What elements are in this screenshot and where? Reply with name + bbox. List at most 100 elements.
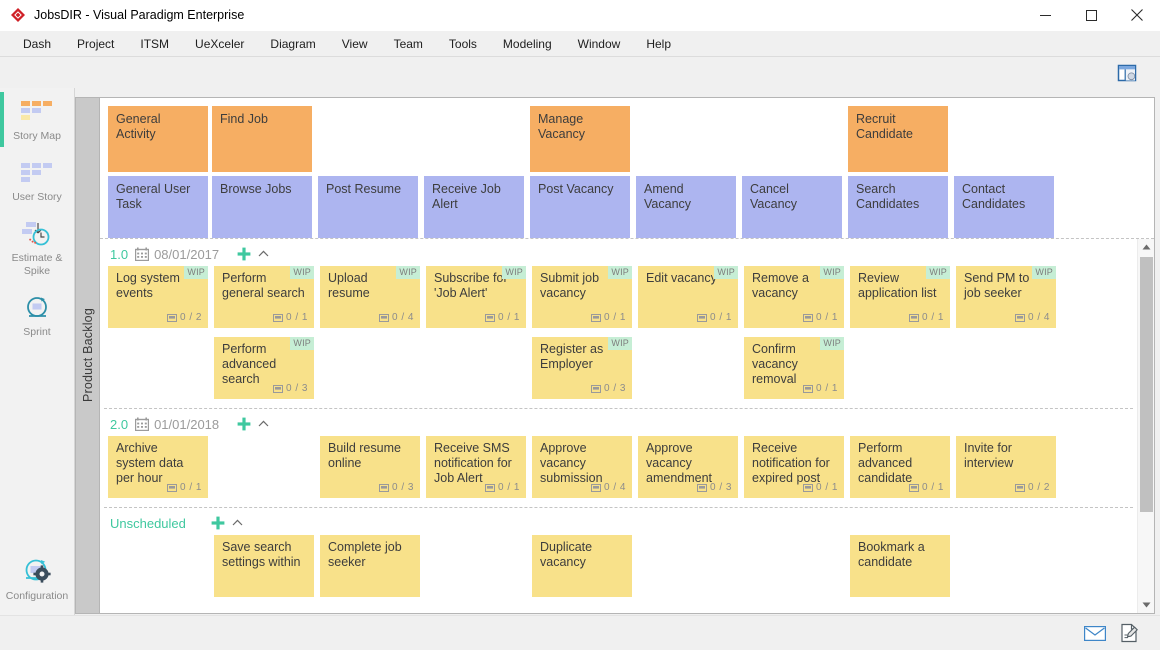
menu-item-window[interactable]: Window <box>565 34 634 54</box>
story-card[interactable]: Send PM to job seekerWIP0 / 4 <box>956 266 1056 328</box>
activity-card[interactable]: Manage Vacancy <box>530 106 630 172</box>
chevron-up-icon[interactable] <box>232 517 243 529</box>
story-card[interactable]: Build resume online0 / 3 <box>320 436 420 498</box>
story-card[interactable]: Receive SMS notification for Job Alert0 … <box>426 436 526 498</box>
story-card[interactable]: Upload resumeWIP0 / 4 <box>320 266 420 328</box>
story-card[interactable]: Approve vacancy submission0 / 4 <box>532 436 632 498</box>
story-card[interactable]: Perform advanced candidate0 / 1 <box>850 436 950 498</box>
task-card-label: Browse Jobs <box>220 182 292 196</box>
story-card[interactable]: Confirm vacancy removalWIP0 / 1 <box>744 337 844 399</box>
task-card[interactable]: Receive Job Alert <box>424 176 524 238</box>
story-card-label: Save search settings within <box>222 540 307 570</box>
story-card-count-label: 0 / 1 <box>180 480 202 495</box>
story-card[interactable]: Submit job vacancyWIP0 / 1 <box>532 266 632 328</box>
activity-card-label: Find Job <box>220 112 268 126</box>
story-card[interactable]: Bookmark a candidate <box>850 535 950 597</box>
task-card[interactable]: Post Resume <box>318 176 418 238</box>
card-count-icon <box>697 484 707 492</box>
release-header: Unscheduled <box>100 508 1137 535</box>
wip-badge: WIP <box>608 337 632 350</box>
task-card[interactable]: Post Vacancy <box>530 176 630 238</box>
card-count-icon <box>1015 484 1025 492</box>
sidebar-item-label: Configuration <box>2 590 72 603</box>
note-edit-icon[interactable] <box>1116 621 1142 645</box>
menu-item-uexceler[interactable]: UeXceler <box>182 34 257 54</box>
window-title: JobsDIR - Visual Paradigm Enterprise <box>34 8 244 22</box>
story-card-count: 0 / 3 <box>273 381 308 396</box>
menu-item-modeling[interactable]: Modeling <box>490 34 565 54</box>
story-card-count: 0 / 1 <box>485 480 520 495</box>
story-card-label: Invite for interview <box>964 441 1049 471</box>
chevron-up-icon[interactable] <box>258 248 269 260</box>
task-card[interactable]: Browse Jobs <box>212 176 312 238</box>
sidebar-item-estimate-spike[interactable]: Estimate & Spike <box>0 210 74 284</box>
scroll-up-arrow-icon[interactable] <box>1138 239 1154 255</box>
story-card[interactable]: Invite for interview0 / 2 <box>956 436 1056 498</box>
plus-icon[interactable] <box>211 516 225 530</box>
story-card-count-label: 0 / 3 <box>392 480 414 495</box>
product-backlog-tab[interactable]: Product Backlog <box>75 97 99 614</box>
story-card[interactable]: Edit vacancyWIP0 / 1 <box>638 266 738 328</box>
sidebar-item-sprint[interactable]: Sprint <box>0 284 74 345</box>
activity-card[interactable]: Recruit Candidate <box>848 106 948 172</box>
sidebar-item-label: Estimate & Spike <box>2 252 72 278</box>
task-card[interactable]: Search Candidates <box>848 176 948 238</box>
story-card[interactable]: Duplicate vacancy <box>532 535 632 597</box>
vertical-scrollbar[interactable] <box>1137 239 1154 613</box>
menu-item-tools[interactable]: Tools <box>436 34 490 54</box>
activity-card[interactable]: General Activity <box>108 106 208 172</box>
story-card[interactable]: Perform advanced searchWIP0 / 3 <box>214 337 314 399</box>
minimize-button[interactable] <box>1022 0 1068 31</box>
task-card[interactable]: Amend Vacancy <box>636 176 736 238</box>
task-card[interactable]: Contact Candidates <box>954 176 1054 238</box>
story-card[interactable]: Receive notification for expired post0 /… <box>744 436 844 498</box>
story-card-count: 0 / 4 <box>591 480 626 495</box>
plus-icon[interactable] <box>237 417 251 431</box>
activity-card[interactable]: Find Job <box>212 106 312 172</box>
story-card[interactable]: Subscribe for 'Job Alert'WIP0 / 1 <box>426 266 526 328</box>
story-card[interactable]: Register as EmployerWIP0 / 3 <box>532 337 632 399</box>
vertical-scrollbar-thumb[interactable] <box>1140 257 1153 512</box>
maximize-button[interactable] <box>1068 0 1114 31</box>
mail-icon[interactable] <box>1082 621 1108 645</box>
plus-icon[interactable] <box>237 247 251 261</box>
scroll-down-arrow-icon[interactable] <box>1138 597 1154 613</box>
story-card[interactable]: Complete job seeker <box>320 535 420 597</box>
story-card[interactable]: Save search settings within <box>214 535 314 597</box>
panel-layout-icon[interactable] <box>1116 62 1138 84</box>
menu-item-help[interactable]: Help <box>633 34 684 54</box>
story-card-count: 0 / 3 <box>379 480 414 495</box>
story-card[interactable]: Log system eventsWIP0 / 2 <box>108 266 208 328</box>
left-navigation-rail: Story Map User Story <box>0 88 75 615</box>
story-card[interactable]: Perform general searchWIP0 / 1 <box>214 266 314 328</box>
card-count-icon <box>273 314 283 322</box>
story-card-count-label: 0 / 4 <box>1028 310 1050 325</box>
activity-card-label: General Activity <box>116 112 160 141</box>
sidebar-item-story-map[interactable]: Story Map <box>0 88 74 149</box>
menu-item-view[interactable]: View <box>329 34 381 54</box>
sidebar-item-user-story[interactable]: User Story <box>0 149 74 210</box>
story-card[interactable]: Archive system data per hour0 / 1 <box>108 436 208 498</box>
task-card[interactable]: Cancel Vacancy <box>742 176 842 238</box>
menu-item-project[interactable]: Project <box>64 34 127 54</box>
story-card-count: 0 / 1 <box>909 480 944 495</box>
story-card[interactable]: Review application listWIP0 / 1 <box>850 266 950 328</box>
story-card[interactable]: Approve vacancy amendment0 / 3 <box>638 436 738 498</box>
story-card-count-label: 0 / 1 <box>286 310 308 325</box>
wip-badge: WIP <box>502 266 526 279</box>
story-card-label: Complete job seeker <box>328 540 413 570</box>
card-count-icon <box>379 484 389 492</box>
sidebar-item-configuration[interactable]: Configuration <box>0 548 74 615</box>
menu-item-diagram[interactable]: Diagram <box>257 34 328 54</box>
menu-item-dash[interactable]: Dash <box>10 34 64 54</box>
menu-item-team[interactable]: Team <box>381 34 436 54</box>
story-card[interactable]: Remove a vacancyWIP0 / 1 <box>744 266 844 328</box>
close-button[interactable] <box>1114 0 1160 31</box>
story-map-header: General ActivityFind JobManage VacancyRe… <box>100 98 1154 238</box>
chevron-up-icon[interactable] <box>258 418 269 430</box>
story-card-count: 0 / 1 <box>485 310 520 325</box>
menu-item-itsm[interactable]: ITSM <box>127 34 182 54</box>
release-cards: Log system eventsWIP0 / 2Perform general… <box>100 266 1137 408</box>
task-card[interactable]: General User Task <box>108 176 208 238</box>
sidebar-item-label: User Story <box>2 191 72 204</box>
